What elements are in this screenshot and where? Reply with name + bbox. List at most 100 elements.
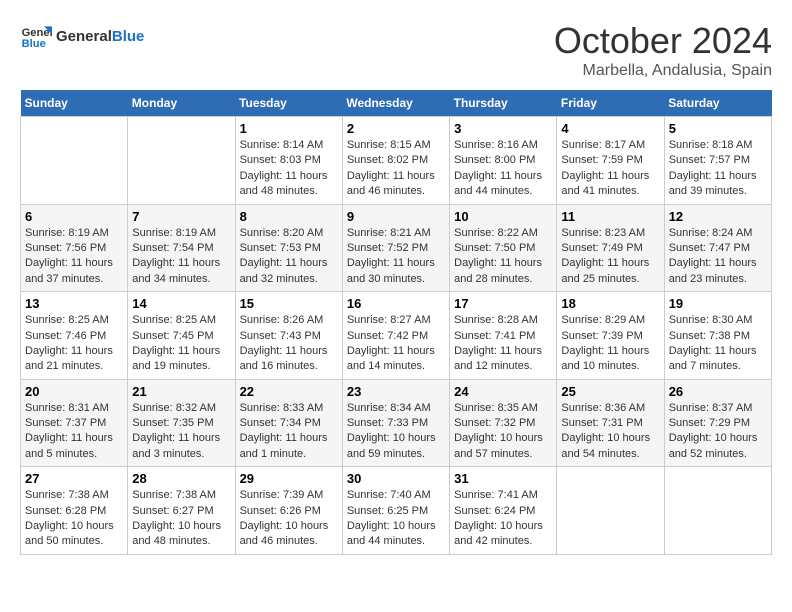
day-info: Sunrise: 8:26 AM Sunset: 7:43 PM Dayligh… bbox=[240, 313, 338, 375]
table-row: 20Sunrise: 8:31 AM Sunset: 7:37 PM Dayli… bbox=[21, 379, 128, 467]
table-row: 13 Sunrise: 8:25 AM Sunset: 7:46 PM Dayli… bbox=[21, 292, 128, 380]
day-info: Sunrise: 8:14 AM Sunset: 8:03 PM Dayligh… bbox=[240, 138, 338, 200]
day-info: Sunrise: 8:20 AM Sunset: 7:53 PM Dayligh… bbox=[240, 226, 338, 288]
table-row: 1 Sunrise: 8:14 AM Sunset: 8:03 PM Daylig… bbox=[235, 117, 342, 205]
calendar-table: Sunday Monday Tuesday Wednesday Thursday… bbox=[20, 90, 772, 555]
table-row bbox=[21, 117, 128, 205]
day-number: 19 bbox=[669, 296, 767, 311]
table-row: 23 Sunrise: 8:34 AM Sunset: 7:33 PM Dayli… bbox=[342, 379, 449, 467]
day-number: 6 bbox=[25, 209, 123, 224]
calendar-week-row: 1 Sunrise: 8:14 AM Sunset: 8:03 PM Daylig… bbox=[21, 117, 772, 205]
table-row: 4Sunrise: 8:17 AM Sunset: 7:59 PM Daylig… bbox=[557, 117, 664, 205]
day-info: Sunrise: 7:41 AM Sunset: 6:24 PM Dayligh… bbox=[454, 488, 552, 550]
day-number: 30 bbox=[347, 471, 445, 486]
table-row: 22 Sunrise: 8:33 AM Sunset: 7:34 PM Dayli… bbox=[235, 379, 342, 467]
table-row: 18Sunrise: 8:29 AM Sunset: 7:39 PM Dayli… bbox=[557, 292, 664, 380]
table-row: 16 Sunrise: 8:27 AM Sunset: 7:42 PM Dayli… bbox=[342, 292, 449, 380]
day-number: 2 bbox=[347, 121, 445, 136]
day-number: 14 bbox=[132, 296, 230, 311]
col-saturday: Saturday bbox=[664, 90, 771, 117]
day-number: 15 bbox=[240, 296, 338, 311]
day-info: Sunrise: 7:38 AM Sunset: 6:27 PM Dayligh… bbox=[132, 488, 230, 550]
calendar-week-row: 20Sunrise: 8:31 AM Sunset: 7:37 PM Dayli… bbox=[21, 379, 772, 467]
table-row: 10 Sunrise: 8:22 AM Sunset: 7:50 PM Dayli… bbox=[450, 204, 557, 292]
table-row: 3 Sunrise: 8:16 AM Sunset: 8:00 PM Daylig… bbox=[450, 117, 557, 205]
table-row bbox=[664, 467, 771, 555]
day-number: 28 bbox=[132, 471, 230, 486]
calendar-week-row: 27Sunrise: 7:38 AM Sunset: 6:28 PM Dayli… bbox=[21, 467, 772, 555]
table-row: 6 Sunrise: 8:19 AM Sunset: 7:56 PM Daylig… bbox=[21, 204, 128, 292]
day-number: 23 bbox=[347, 384, 445, 399]
day-info: Sunrise: 8:15 AM Sunset: 8:02 PM Dayligh… bbox=[347, 138, 445, 200]
day-number: 3 bbox=[454, 121, 552, 136]
col-wednesday: Wednesday bbox=[342, 90, 449, 117]
col-friday: Friday bbox=[557, 90, 664, 117]
table-row bbox=[128, 117, 235, 205]
day-number: 1 bbox=[240, 121, 338, 136]
day-info: Sunrise: 8:27 AM Sunset: 7:42 PM Dayligh… bbox=[347, 313, 445, 375]
day-number: 24 bbox=[454, 384, 552, 399]
day-number: 25 bbox=[561, 384, 659, 399]
title-block: October 2024 Marbella, Andalusia, Spain bbox=[554, 20, 772, 80]
day-info: Sunrise: 8:25 AM Sunset: 7:45 PM Dayligh… bbox=[132, 313, 230, 375]
table-row bbox=[557, 467, 664, 555]
logo: General Blue GeneralBlue bbox=[20, 20, 144, 52]
day-number: 9 bbox=[347, 209, 445, 224]
day-info: Sunrise: 8:34 AM Sunset: 7:33 PM Dayligh… bbox=[347, 401, 445, 463]
table-row: 19Sunrise: 8:30 AM Sunset: 7:38 PM Dayli… bbox=[664, 292, 771, 380]
calendar-week-row: 13 Sunrise: 8:25 AM Sunset: 7:46 PM Dayli… bbox=[21, 292, 772, 380]
table-row: 11 Sunrise: 8:23 AM Sunset: 7:49 PM Dayli… bbox=[557, 204, 664, 292]
day-number: 8 bbox=[240, 209, 338, 224]
col-sunday: Sunday bbox=[21, 90, 128, 117]
calendar-header-row: Sunday Monday Tuesday Wednesday Thursday… bbox=[21, 90, 772, 117]
day-info: Sunrise: 8:24 AM Sunset: 7:47 PM Dayligh… bbox=[669, 226, 767, 288]
table-row: 26 Sunrise: 8:37 AM Sunset: 7:29 PM Dayli… bbox=[664, 379, 771, 467]
day-info: Sunrise: 8:23 AM Sunset: 7:49 PM Dayligh… bbox=[561, 226, 659, 288]
day-info: Sunrise: 8:19 AM Sunset: 7:56 PM Dayligh… bbox=[25, 226, 123, 288]
table-row: 21 Sunrise: 8:32 AM Sunset: 7:35 PM Dayli… bbox=[128, 379, 235, 467]
day-number: 10 bbox=[454, 209, 552, 224]
day-number: 29 bbox=[240, 471, 338, 486]
table-row: 7Sunrise: 8:19 AM Sunset: 7:54 PM Daylig… bbox=[128, 204, 235, 292]
table-row: 14 Sunrise: 8:25 AM Sunset: 7:45 PM Dayli… bbox=[128, 292, 235, 380]
day-info: Sunrise: 8:21 AM Sunset: 7:52 PM Dayligh… bbox=[347, 226, 445, 288]
table-row: 31 Sunrise: 7:41 AM Sunset: 6:24 PM Dayli… bbox=[450, 467, 557, 555]
day-info: Sunrise: 8:37 AM Sunset: 7:29 PM Dayligh… bbox=[669, 401, 767, 463]
day-info: Sunrise: 8:16 AM Sunset: 8:00 PM Dayligh… bbox=[454, 138, 552, 200]
day-number: 27 bbox=[25, 471, 123, 486]
svg-text:Blue: Blue bbox=[22, 38, 46, 50]
day-number: 12 bbox=[669, 209, 767, 224]
table-row: 27Sunrise: 7:38 AM Sunset: 6:28 PM Dayli… bbox=[21, 467, 128, 555]
day-info: Sunrise: 8:32 AM Sunset: 7:35 PM Dayligh… bbox=[132, 401, 230, 463]
day-number: 13 bbox=[25, 296, 123, 311]
day-info: Sunrise: 8:22 AM Sunset: 7:50 PM Dayligh… bbox=[454, 226, 552, 288]
table-row: 25 Sunrise: 8:36 AM Sunset: 7:31 PM Dayli… bbox=[557, 379, 664, 467]
day-number: 16 bbox=[347, 296, 445, 311]
day-number: 5 bbox=[669, 121, 767, 136]
calendar-week-row: 6 Sunrise: 8:19 AM Sunset: 7:56 PM Daylig… bbox=[21, 204, 772, 292]
day-info: Sunrise: 8:18 AM Sunset: 7:57 PM Dayligh… bbox=[669, 138, 767, 200]
day-number: 22 bbox=[240, 384, 338, 399]
day-info: Sunrise: 8:28 AM Sunset: 7:41 PM Dayligh… bbox=[454, 313, 552, 375]
location: Marbella, Andalusia, Spain bbox=[554, 62, 772, 80]
day-info: Sunrise: 8:35 AM Sunset: 7:32 PM Dayligh… bbox=[454, 401, 552, 463]
col-tuesday: Tuesday bbox=[235, 90, 342, 117]
day-info: Sunrise: 7:39 AM Sunset: 6:26 PM Dayligh… bbox=[240, 488, 338, 550]
table-row: 8 Sunrise: 8:20 AM Sunset: 7:53 PM Daylig… bbox=[235, 204, 342, 292]
day-info: Sunrise: 8:17 AM Sunset: 7:59 PM Dayligh… bbox=[561, 138, 659, 200]
day-info: Sunrise: 8:33 AM Sunset: 7:34 PM Dayligh… bbox=[240, 401, 338, 463]
table-row: 9 Sunrise: 8:21 AM Sunset: 7:52 PM Daylig… bbox=[342, 204, 449, 292]
day-number: 11 bbox=[561, 209, 659, 224]
day-number: 26 bbox=[669, 384, 767, 399]
day-number: 17 bbox=[454, 296, 552, 311]
table-row: 24 Sunrise: 8:35 AM Sunset: 7:32 PM Dayli… bbox=[450, 379, 557, 467]
day-number: 18 bbox=[561, 296, 659, 311]
table-row: 2 Sunrise: 8:15 AM Sunset: 8:02 PM Daylig… bbox=[342, 117, 449, 205]
day-info: Sunrise: 8:25 AM Sunset: 7:46 PM Dayligh… bbox=[25, 313, 123, 375]
day-number: 31 bbox=[454, 471, 552, 486]
day-number: 21 bbox=[132, 384, 230, 399]
day-info: Sunrise: 8:36 AM Sunset: 7:31 PM Dayligh… bbox=[561, 401, 659, 463]
table-row: 17 Sunrise: 8:28 AM Sunset: 7:41 PM Dayli… bbox=[450, 292, 557, 380]
table-row: 12 Sunrise: 8:24 AM Sunset: 7:47 PM Dayli… bbox=[664, 204, 771, 292]
col-thursday: Thursday bbox=[450, 90, 557, 117]
